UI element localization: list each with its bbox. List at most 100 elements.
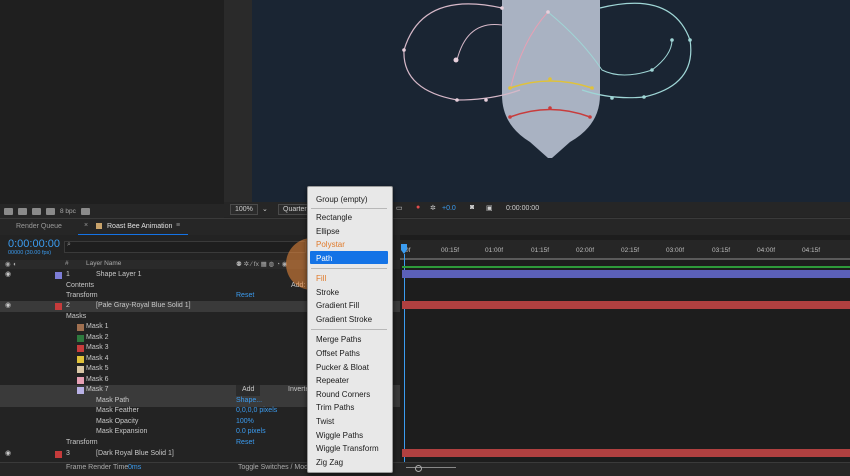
layer-name[interactable]: Mask 1: [86, 322, 109, 333]
new-composition-icon[interactable]: [32, 207, 41, 215]
menu-item-rectangle[interactable]: Rectangle: [316, 213, 352, 222]
mask-color-swatch[interactable]: [77, 366, 84, 373]
render-time-label: Frame Render Time: [66, 464, 129, 471]
layer-name[interactable]: [Dark Royal Blue Solid 1]: [96, 449, 174, 460]
new-folder-icon[interactable]: [18, 207, 27, 215]
layer-name[interactable]: Shape Layer 1: [96, 270, 142, 281]
layer-name[interactable]: Mask 5: [86, 364, 109, 375]
menu-item-group-empty[interactable]: Group (empty): [316, 195, 368, 204]
layer-property-value[interactable]: 100%: [236, 417, 254, 428]
zoom-dropdown[interactable]: 100%: [230, 204, 258, 215]
header-layer-name[interactable]: Layer Name: [86, 260, 121, 267]
layer-name[interactable]: Mask Feather: [96, 406, 139, 417]
ruler-tick-label: 01:15f: [531, 247, 550, 254]
layer-property-value[interactable]: 0,0,0,0 pixels: [236, 406, 277, 417]
layer-name[interactable]: [Pale Gray-Royal Blue Solid 1]: [96, 301, 191, 312]
ruler-tick-label: 02:15f: [621, 247, 640, 254]
trash-icon[interactable]: [80, 207, 90, 215]
composition-viewer[interactable]: [252, 0, 850, 202]
label-color-swatch[interactable]: [55, 451, 62, 458]
menu-item-trim-paths[interactable]: Trim Paths: [316, 403, 354, 412]
mask-color-swatch[interactable]: [77, 335, 84, 342]
layer-search-input[interactable]: [64, 241, 306, 253]
layer-2-bar[interactable]: [402, 301, 850, 309]
viewer-timecode[interactable]: 0:00:00:00: [506, 205, 539, 212]
layer-1-bar[interactable]: [402, 270, 850, 278]
exposure-value[interactable]: +0.0: [442, 205, 456, 212]
zoom-slider-handle[interactable]: [415, 465, 422, 472]
snapshot-icon[interactable]: ◙: [470, 204, 474, 211]
tab-roast-bee-animation[interactable]: Roast Bee Animation: [107, 223, 172, 230]
menu-item-offset-paths[interactable]: Offset Paths: [316, 349, 360, 358]
bpc-label[interactable]: 8 bpc: [60, 208, 76, 215]
layer-name[interactable]: Mask 4: [86, 354, 109, 365]
layer-name[interactable]: Contents: [66, 281, 94, 292]
layer-name[interactable]: Mask Path: [96, 396, 129, 407]
menu-item-merge-paths[interactable]: Merge Paths: [316, 335, 361, 344]
layer-name[interactable]: Mask 6: [86, 375, 109, 386]
menu-item-repeater[interactable]: Repeater: [316, 376, 349, 385]
layer-property-value[interactable]: Reset: [236, 291, 254, 302]
exposure-icon[interactable]: ✲: [430, 204, 436, 212]
panel-divider: [224, 0, 252, 217]
menu-item-zig-zag[interactable]: Zig Zag: [316, 458, 343, 467]
color-picker-icon[interactable]: ●: [416, 204, 420, 211]
zoom-slider[interactable]: [406, 467, 456, 468]
mask-color-swatch[interactable]: [77, 377, 84, 384]
ruler-tick-label: 01:00f: [485, 247, 504, 254]
label-color-swatch[interactable]: [55, 303, 62, 310]
tab-close-icon[interactable]: ×: [84, 222, 88, 229]
show-snapshot-icon[interactable]: ▣: [486, 204, 493, 212]
mask-mode-dropdown[interactable]: Add: [236, 385, 261, 396]
visibility-eye-icon[interactable]: ◉: [5, 270, 11, 281]
mask-color-swatch[interactable]: [77, 324, 84, 331]
menu-item-polystar[interactable]: Polystar: [316, 240, 345, 249]
visibility-eye-icon[interactable]: ◉: [5, 449, 11, 460]
mask-color-swatch[interactable]: [77, 356, 84, 363]
layer-name[interactable]: Mask 3: [86, 343, 109, 354]
layer-property-value[interactable]: 0.0 pixels: [236, 427, 266, 438]
zoom-chevron-icon[interactable]: ⌄: [262, 205, 268, 213]
project-settings-icon[interactable]: [46, 207, 55, 215]
layer-name[interactable]: Mask Opacity: [96, 417, 138, 428]
render-time-value: 0ms: [128, 464, 142, 471]
menu-item-gradient-fill[interactable]: Gradient Fill: [316, 301, 359, 310]
switches-header-icon[interactable]: ⚉ ✲ ∕ fx ▦ ◍ ◔ ◉: [236, 260, 287, 268]
layer-name[interactable]: Transform: [66, 291, 98, 302]
menu-item-fill[interactable]: Fill: [316, 274, 326, 283]
ruler-tick-label: 00:15f: [441, 247, 460, 254]
menu-item-pucker-bloat[interactable]: Pucker & Bloat: [316, 363, 369, 372]
label-color-swatch[interactable]: [55, 272, 62, 279]
current-time[interactable]: 0:00:00:00: [8, 238, 60, 250]
menu-item-wiggle-paths[interactable]: Wiggle Paths: [316, 431, 363, 440]
layer-name[interactable]: Mask Expansion: [96, 427, 147, 438]
menu-item-stroke[interactable]: Stroke: [316, 288, 339, 297]
layer-property-value[interactable]: Reset: [236, 438, 254, 449]
menu-item-wiggle-transform[interactable]: Wiggle Transform: [316, 444, 379, 453]
layer-name[interactable]: Mask 2: [86, 333, 109, 344]
menu-item-path[interactable]: Path: [316, 254, 332, 263]
interpret-footage-icon[interactable]: [4, 207, 13, 215]
menu-item-gradient-stroke[interactable]: Gradient Stroke: [316, 315, 372, 324]
tab-menu-icon[interactable]: ≡: [176, 222, 180, 229]
layer-property-value[interactable]: Shape...: [236, 396, 262, 407]
layer-name[interactable]: Masks: [66, 312, 86, 323]
tab-render-queue[interactable]: Render Queue: [16, 223, 62, 230]
mask-color-swatch[interactable]: [77, 345, 84, 352]
layer-number: 3: [66, 450, 70, 457]
av-features-icon[interactable]: ◉ ◖: [5, 260, 16, 268]
layer-number: 1: [66, 271, 70, 278]
layer-name[interactable]: Mask 7: [86, 385, 109, 396]
menu-item-ellipse[interactable]: Ellipse: [316, 227, 340, 236]
layer-3-bar[interactable]: [402, 449, 850, 457]
mask-color-swatch[interactable]: [77, 387, 84, 394]
search-icon: ⌕: [67, 241, 71, 248]
menu-item-twist[interactable]: Twist: [316, 417, 334, 426]
toggle-switches-button[interactable]: Toggle Switches / Mod: [238, 464, 308, 471]
layer-name[interactable]: Transform: [66, 438, 98, 449]
region-of-interest-icon[interactable]: ▭: [396, 204, 403, 212]
ruler-tick-label: 04:00f: [757, 247, 776, 254]
work-area-bar[interactable]: [400, 258, 850, 260]
menu-item-round-corners[interactable]: Round Corners: [316, 390, 370, 399]
visibility-eye-icon[interactable]: ◉: [5, 301, 11, 312]
